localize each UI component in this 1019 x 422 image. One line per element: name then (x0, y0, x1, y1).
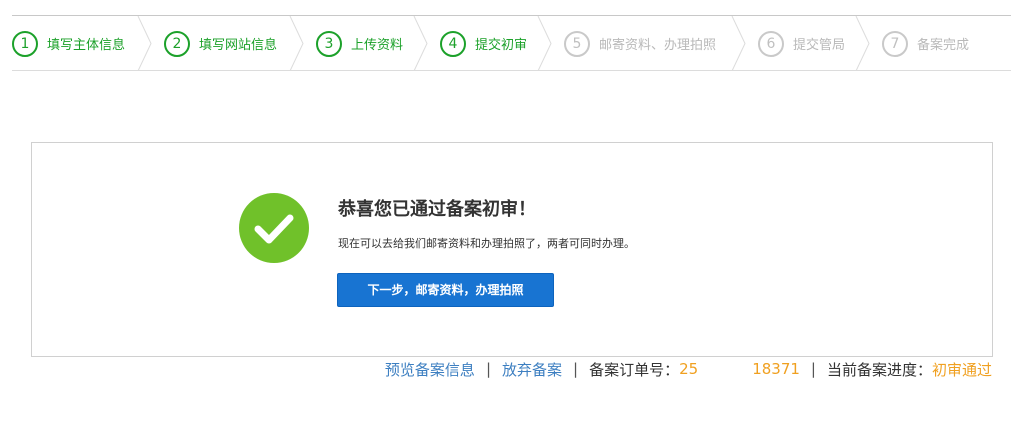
step-number: 1 (12, 30, 38, 57)
step-label: 提交初审 (475, 38, 528, 53)
separator: | (573, 360, 579, 378)
result-description: 现在可以去给我们邮寄资料和办理拍照了，两者可同时办理。 (338, 237, 635, 250)
step-number: 6 (758, 30, 784, 57)
next-step-button[interactable]: 下一步，邮寄资料，办理拍照 (337, 273, 554, 307)
step-number: 4 (440, 30, 466, 57)
chevron-right-icon (137, 16, 152, 71)
chevron-right-icon (731, 16, 746, 71)
step-fill-website-info: 2 填写网站信息 (164, 16, 277, 71)
step-mail-and-photo: 5 邮寄资料、办理拍照 (564, 16, 716, 71)
step-number: 5 (564, 30, 590, 57)
step-label: 填写主体信息 (47, 38, 126, 53)
step-number: 7 (882, 30, 908, 57)
step-upload-docs: 3 上传资料 (316, 16, 403, 71)
step-label: 邮寄资料、办理拍照 (599, 38, 717, 53)
step-number: 2 (164, 30, 190, 57)
order-number-prefix: 25 (679, 360, 699, 378)
order-number-label: 备案订单号： (589, 360, 680, 379)
chevron-right-icon (413, 16, 428, 71)
step-fill-subject-info: 1 填写主体信息 (12, 16, 125, 71)
chevron-right-icon (855, 16, 870, 71)
step-submit-bureau: 6 提交管局 (758, 16, 845, 71)
step-label: 填写网站信息 (199, 38, 278, 53)
step-submit-review: 4 提交初审 (440, 16, 527, 71)
step-number: 3 (316, 30, 342, 57)
check-circle-icon (239, 193, 309, 263)
step-label: 上传资料 (351, 38, 404, 53)
preview-filing-link[interactable]: 预览备案信息 (385, 359, 475, 380)
chevron-right-icon (537, 16, 552, 71)
abandon-filing-link[interactable]: 放弃备案 (502, 359, 562, 380)
step-label: 提交管局 (793, 38, 846, 53)
result-title: 恭喜您已通过备案初审！ (338, 199, 536, 220)
step-label: 备案完成 (917, 38, 970, 53)
separator: | (810, 360, 816, 378)
separator: | (485, 360, 491, 378)
order-number-suffix: 18371 (752, 360, 800, 378)
chevron-right-icon (289, 16, 304, 71)
progress-label: 当前备案进度： (826, 360, 932, 379)
filing-info-bar: 预览备案信息 | 放弃备案 | 备案订单号： 25 18371 | 当前备案进度… (385, 359, 992, 379)
step-complete: 7 备案完成 (882, 16, 969, 71)
result-panel: 恭喜您已通过备案初审！ 现在可以去给我们邮寄资料和办理拍照了，两者可同时办理。 … (31, 142, 993, 357)
progress-value: 初审通过 (931, 360, 992, 379)
progress-stepper: 1 填写主体信息 2 填写网站信息 3 上传资料 4 提交初审 5 邮寄资料、办… (12, 15, 1011, 71)
